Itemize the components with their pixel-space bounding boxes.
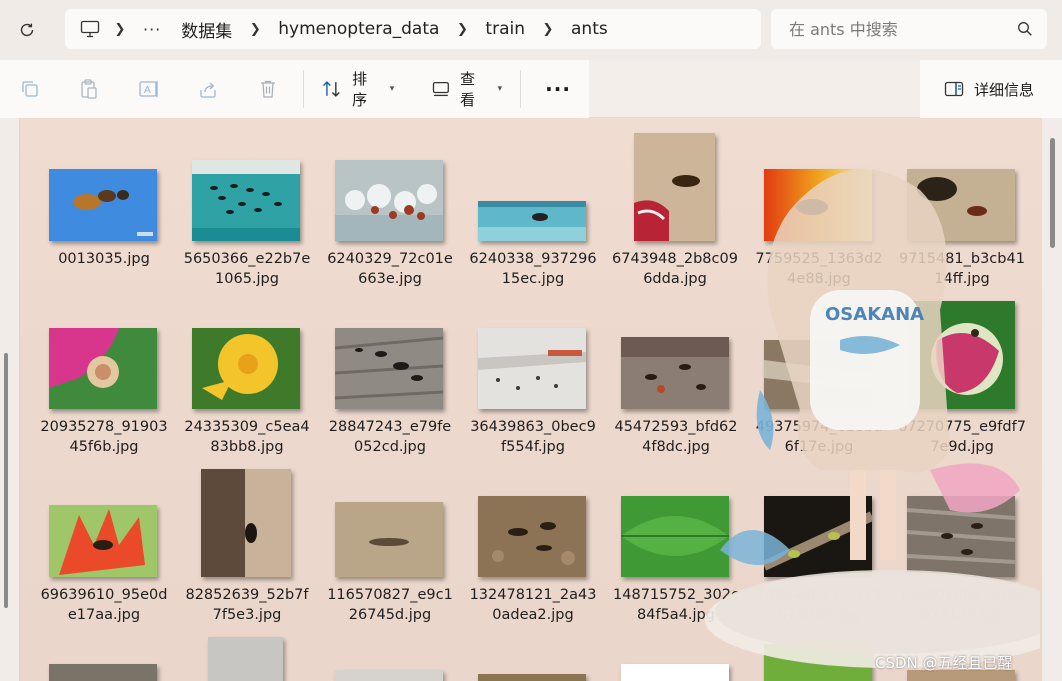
file-thumbnail[interactable] [49, 664, 157, 681]
file-thumbnail[interactable] [764, 644, 872, 681]
details-label: 详细信息 [974, 80, 1035, 99]
file-thumbnail[interactable] [478, 496, 586, 577]
file-thumbnail[interactable] [49, 169, 157, 241]
file-thumbnail[interactable] [192, 160, 300, 241]
file-name[interactable]: 24335309_c5ea483bb8.jpg [182, 417, 312, 457]
file-name[interactable]: 69639610_95e0de17aa.jpg [39, 585, 169, 625]
file-thumbnail[interactable] [907, 496, 1015, 577]
watermark: CSDN @五经且已醒 [875, 654, 1013, 672]
view-button[interactable]: 查看 ▾ [420, 69, 514, 109]
file-thumbnail[interactable] [621, 337, 729, 409]
file-thumbnail[interactable] [49, 505, 157, 577]
file-name[interactable]: 116570827_e9c126745d.jpg [325, 585, 455, 625]
chevron-down-icon: ▾ [389, 84, 395, 94]
svg-text:A: A [144, 85, 151, 96]
refresh-icon [20, 23, 34, 37]
search-input[interactable] [789, 19, 1009, 39]
share-icon [200, 82, 216, 98]
file-name[interactable]: 82852639_52b7f7f5e3.jpg [182, 585, 312, 625]
file-name[interactable]: 7759525_1363d24e88.jpg [754, 249, 884, 289]
share-button[interactable] [178, 69, 237, 109]
file-thumbnail[interactable] [621, 496, 729, 577]
file-name[interactable]: 6240329_72c01e663e.jpg [325, 249, 455, 289]
file-thumbnail[interactable] [335, 502, 443, 577]
file-name[interactable]: 0013035.jpg [39, 249, 169, 269]
command-bar-left: A 排序 ▾ 查看 ▾ ··· [0, 60, 589, 118]
file-name[interactable]: 6240338_93729615ec.jpg [468, 249, 598, 289]
breadcrumb[interactable]: ❯ ··· 数据集 ❯ hymenoptera_data ❯ train ❯ a… [65, 9, 761, 49]
search-icon[interactable] [1017, 21, 1033, 37]
file-thumbnail[interactable] [764, 340, 872, 409]
chevron-right-icon[interactable]: ❯ [541, 22, 555, 37]
file-name[interactable]: 148715752_302c84f5a4.jpg [611, 585, 741, 625]
paste-icon [81, 79, 97, 99]
file-thumbnail[interactable] [478, 674, 586, 681]
file-thumbnail[interactable] [201, 469, 291, 577]
file-thumbnail[interactable] [208, 637, 283, 681]
chevron-right-icon[interactable]: ❯ [113, 22, 127, 37]
file-thumbnail[interactable] [49, 328, 157, 409]
copy-icon [22, 81, 38, 97]
file-thumbnail[interactable] [335, 328, 443, 409]
vertical-scrollbar[interactable] [1042, 118, 1062, 681]
trash-icon [260, 80, 275, 98]
scrollbar-thumb[interactable] [1050, 138, 1055, 248]
paste-button[interactable] [59, 69, 118, 109]
breadcrumb-segment-train[interactable]: train [481, 19, 529, 39]
command-bar: A 排序 ▾ 查看 ▾ ··· 详细信息 [0, 60, 1062, 118]
chevron-right-icon[interactable]: ❯ [248, 22, 262, 37]
file-name[interactable]: 28847243_e79fe052cd.jpg [325, 417, 455, 457]
file-thumbnail[interactable] [621, 664, 729, 681]
file-name[interactable]: 49375974_e28ba6f17e.jpg [754, 417, 884, 457]
file-name[interactable]: 6743948_2b8c096dda.jpg [610, 249, 740, 289]
file-name[interactable]: 149244013_c529578289.jpg [754, 585, 884, 625]
file-name[interactable]: 9715481_b3cb4114ff.jpg [897, 249, 1027, 289]
rename-button[interactable]: A [119, 69, 178, 109]
more-options-button[interactable]: ··· [527, 77, 589, 101]
breadcrumb-segment-dataset[interactable]: 数据集 [177, 17, 236, 42]
copy-button[interactable] [0, 69, 59, 109]
chevron-right-icon[interactable]: ❯ [455, 22, 469, 37]
search-box[interactable] [771, 9, 1047, 49]
this-pc-icon[interactable] [79, 18, 101, 40]
navigation-pane-edge [0, 118, 20, 681]
rename-icon: A [139, 81, 158, 97]
breadcrumb-more[interactable]: ··· [143, 20, 161, 39]
toolbar-divider [303, 70, 305, 108]
file-name[interactable]: 45472593_bfd624f8dc.jpg [611, 417, 741, 457]
file-thumbnail[interactable] [335, 160, 443, 241]
file-name[interactable]: 150801003_3390b73135.jpg [897, 585, 1027, 625]
file-thumbnail[interactable] [764, 169, 872, 241]
file-grid[interactable]: 0013035.jpg 5650366_e22b7e1065.jpg 62403… [20, 118, 1042, 681]
view-label: 查看 [460, 70, 476, 109]
file-thumbnail[interactable] [764, 496, 872, 577]
file-thumbnail[interactable] [478, 328, 586, 409]
file-thumbnail[interactable] [478, 201, 586, 241]
file-thumbnail[interactable] [192, 328, 300, 409]
sort-label: 排序 [352, 70, 368, 109]
details-pane-button[interactable]: 详细信息 [920, 60, 1062, 118]
address-row: ❯ ··· 数据集 ❯ hymenoptera_data ❯ train ❯ a… [0, 0, 1062, 60]
file-thumbnail[interactable] [907, 169, 1015, 241]
toolbar-divider [520, 70, 522, 108]
breadcrumb-segment-hymenoptera[interactable]: hymenoptera_data [274, 19, 443, 39]
file-name[interactable]: 20935278_9190345f6b.jpg [39, 417, 169, 457]
file-name[interactable]: 36439863_0bec9f554f.jpg [468, 417, 598, 457]
refresh-button[interactable] [12, 16, 42, 44]
details-pane-icon [944, 81, 964, 97]
file-name[interactable]: 5650366_e22b7e1065.jpg [182, 249, 312, 289]
sort-button[interactable]: 排序 ▾ [310, 69, 406, 109]
file-name[interactable]: 132478121_2a430adea2.jpg [468, 585, 598, 625]
file-name[interactable]: 67270775_e9fdf77e9d.jpg [897, 417, 1027, 457]
sort-icon [323, 81, 341, 97]
delete-button[interactable] [238, 69, 297, 109]
chevron-down-icon: ▾ [497, 84, 503, 94]
file-thumbnail[interactable] [335, 670, 443, 681]
breadcrumb-segment-ants[interactable]: ants [567, 19, 612, 39]
navigation-scrollbar[interactable] [4, 353, 8, 608]
view-icon [433, 81, 450, 97]
file-thumbnail[interactable] [907, 301, 1015, 409]
file-thumbnail[interactable] [634, 133, 715, 241]
